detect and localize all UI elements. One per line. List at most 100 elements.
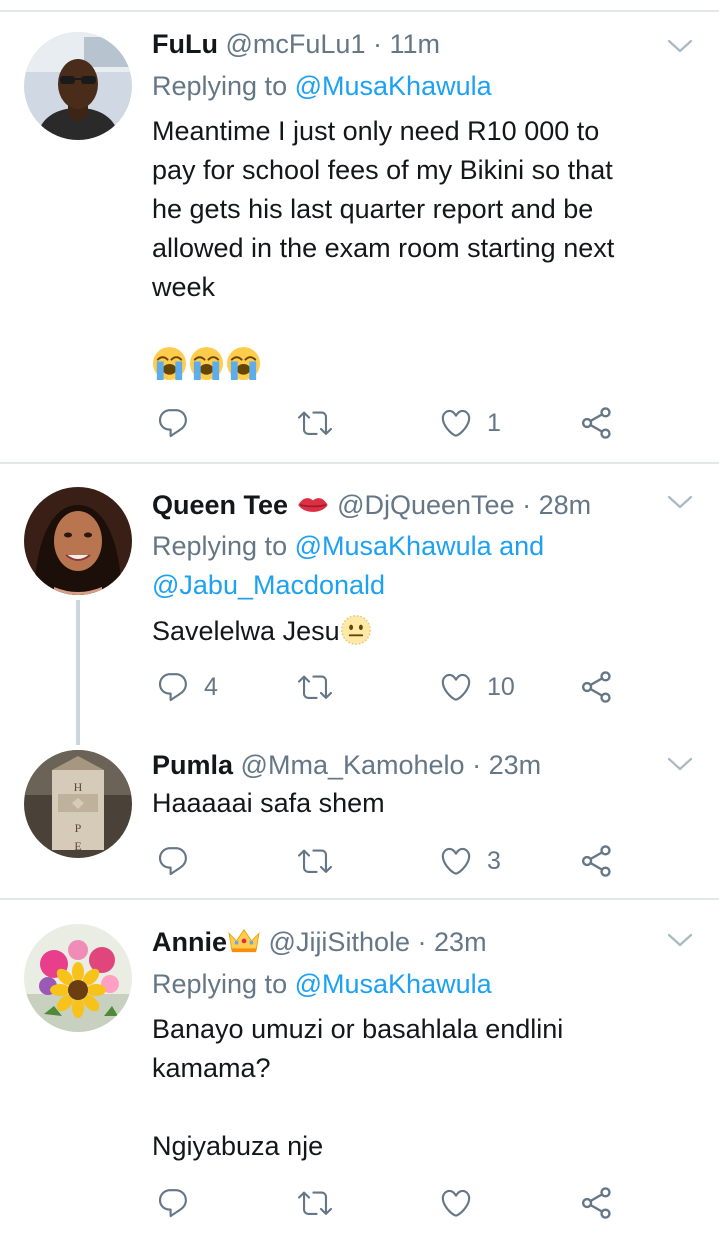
divider	[0, 10, 719, 12]
text-line: he gets his last quarter report and be	[152, 194, 594, 224]
avatar[interactable]	[24, 487, 132, 595]
text-line: Banayo umuzi or basahlala endlini	[152, 1014, 564, 1044]
replying-to-link[interactable]: @MusaKhawula	[295, 71, 492, 101]
replying-to-label: Replying to	[152, 531, 288, 561]
kiss-lips-icon	[296, 494, 330, 516]
tweet-actions	[152, 1183, 622, 1223]
tweet-actions: 1	[152, 403, 622, 443]
retweet-button[interactable]	[298, 1183, 332, 1223]
chevron-down-icon[interactable]	[667, 494, 693, 520]
separator-dot: ·	[522, 490, 532, 520]
tweet[interactable]: Queen Tee @DjQueenTee · 28m Replying to …	[0, 464, 719, 745]
tweet-text: Banayo umuzi or basahlala endlini kamama…	[152, 1010, 692, 1166]
text-line	[152, 1088, 692, 1127]
tweet-header: Pumla @Mma_Kamohelo · 23m	[152, 747, 541, 783]
text-line: pay for school fees of my Bikini so that	[152, 155, 613, 185]
display-name[interactable]: Annie	[152, 927, 227, 957]
loudly-crying-face-icon	[189, 346, 224, 381]
chevron-down-icon[interactable]	[667, 932, 693, 958]
timestamp[interactable]: 23m	[489, 750, 542, 780]
timestamp[interactable]: 11m	[390, 29, 441, 59]
tweet-header: FuLu @mcFuLu1 · 11m	[152, 26, 440, 62]
avatar[interactable]	[24, 32, 132, 140]
replying-to-link[interactable]: @MusaKhawula	[295, 969, 492, 999]
retweet-button[interactable]	[298, 841, 332, 881]
text-line: week	[152, 272, 216, 302]
heart-icon	[439, 1186, 473, 1220]
like-button[interactable]: 10	[439, 667, 515, 707]
like-button[interactable]: 1	[439, 403, 501, 443]
timestamp[interactable]: 23m	[434, 927, 487, 957]
like-button[interactable]	[439, 1183, 473, 1223]
display-name[interactable]: Pumla	[152, 750, 233, 780]
separator-dot: ·	[472, 750, 482, 780]
heart-icon	[439, 670, 473, 704]
tweet-text: Haaaaai safa shem	[152, 784, 692, 823]
like-button[interactable]: 3	[439, 841, 501, 881]
share-button[interactable]	[580, 667, 614, 707]
retweet-icon	[298, 406, 332, 440]
user-handle[interactable]: @DjQueenTee	[337, 490, 515, 520]
replying-to: Replying to @MusaKhawula and @Jabu_Macdo…	[152, 527, 544, 605]
timestamp[interactable]: 28m	[539, 490, 592, 520]
retweet-icon	[298, 844, 332, 878]
tweet-actions: 4 10	[152, 667, 622, 707]
retweet-button[interactable]	[298, 667, 332, 707]
avatar[interactable]: H P E	[24, 750, 132, 858]
share-icon	[580, 844, 614, 878]
chevron-down-icon[interactable]	[667, 38, 693, 64]
replying-to-link[interactable]: @Jabu_Macdonald	[152, 566, 544, 605]
reply-icon	[156, 670, 190, 704]
retweet-icon	[298, 1186, 332, 1220]
user-handle[interactable]: @mcFuLu1	[226, 29, 366, 59]
heart-icon	[439, 406, 473, 440]
crown-icon	[227, 926, 261, 954]
tweet-text: Meantime I just only need R10 000 to pay…	[152, 112, 692, 307]
tweet-header: Queen Tee @DjQueenTee · 28m	[152, 487, 591, 523]
heart-icon	[439, 844, 473, 878]
text-line: Ngiyabuza nje	[152, 1131, 324, 1161]
retweet-button[interactable]	[298, 403, 332, 443]
like-count: 3	[487, 846, 501, 875]
tweet[interactable]: Annie @JijiSithole · 23m Replying to @Mu…	[0, 900, 719, 1242]
separator-dot: ·	[372, 29, 382, 59]
retweet-icon	[298, 670, 332, 704]
avatar[interactable]	[24, 924, 132, 1032]
text-line: kamama?	[152, 1053, 271, 1083]
like-count: 1	[487, 408, 501, 437]
emoji-row	[152, 346, 261, 381]
reply-icon	[156, 844, 190, 878]
separator-dot: ·	[417, 927, 427, 957]
display-name[interactable]: FuLu	[152, 29, 218, 59]
reply-button[interactable]	[156, 1183, 190, 1223]
reply-button[interactable]: 4	[156, 667, 218, 707]
text-line: allowed in the exam room starting next	[152, 233, 615, 263]
reply-count: 4	[204, 672, 218, 701]
reply-button[interactable]	[156, 403, 190, 443]
svg-text:H: H	[74, 780, 83, 794]
share-button[interactable]	[580, 403, 614, 443]
replying-to: Replying to @MusaKhawula	[152, 965, 492, 1004]
text-line: Savelelwa Jesu	[152, 616, 340, 646]
tweet-header: Annie @JijiSithole · 23m	[152, 924, 487, 960]
loudly-crying-face-icon	[152, 346, 187, 381]
text-line: Meantime I just only need R10 000 to	[152, 116, 600, 146]
tweet[interactable]: FuLu @mcFuLu1 · 11m Replying to @MusaKha…	[0, 0, 719, 462]
display-name[interactable]: Queen Tee	[152, 490, 288, 520]
user-handle[interactable]: @Mma_Kamohelo	[241, 750, 465, 780]
tweet[interactable]: H P E Pumla @Mma_Kamohelo · 23m Haaaaai …	[0, 724, 719, 898]
replying-to-link[interactable]: @MusaKhawula and	[295, 531, 545, 561]
user-handle[interactable]: @JijiSithole	[269, 927, 410, 957]
reply-icon	[156, 406, 190, 440]
share-button[interactable]	[580, 841, 614, 881]
share-button[interactable]	[580, 1183, 614, 1223]
text-line: Haaaaai safa shem	[152, 788, 385, 818]
share-icon	[580, 406, 614, 440]
reply-icon	[156, 1186, 190, 1220]
like-count: 10	[487, 672, 515, 701]
reply-button[interactable]	[156, 841, 190, 881]
replying-to-label: Replying to	[152, 969, 288, 999]
chevron-down-icon[interactable]	[667, 756, 693, 782]
share-icon	[580, 670, 614, 704]
tweet-actions: 3	[152, 841, 622, 881]
